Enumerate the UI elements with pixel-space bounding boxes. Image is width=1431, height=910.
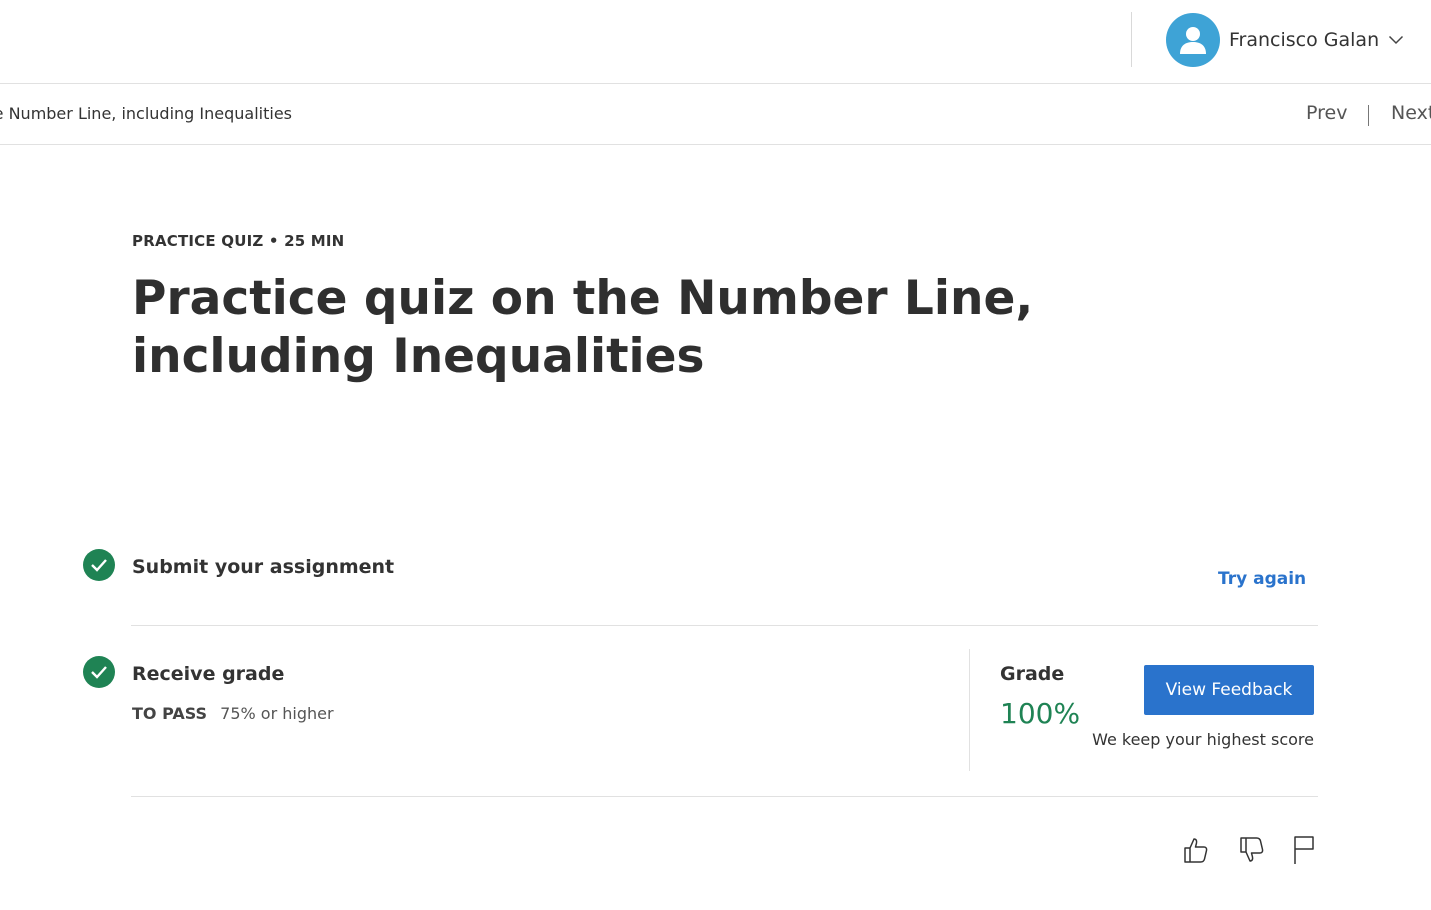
grade-divider bbox=[969, 649, 970, 771]
page-title: Practice quiz on the Number Line, includ… bbox=[132, 271, 1034, 384]
check-icon bbox=[83, 656, 115, 688]
item-nav-bar: Practice quiz on the Number Line, includ… bbox=[0, 84, 1431, 145]
highest-score-note: We keep your highest score bbox=[1092, 730, 1314, 749]
breadcrumb-item-title[interactable]: Practice quiz on the Number Line, includ… bbox=[0, 104, 292, 123]
view-feedback-button[interactable]: View Feedback bbox=[1144, 665, 1314, 715]
pass-requirement: TO PASS 75% or higher bbox=[132, 704, 334, 723]
section-divider bbox=[131, 796, 1318, 797]
quiz-meta: PRACTICE QUIZ • 25 MIN bbox=[132, 232, 345, 250]
flag-icon[interactable] bbox=[1286, 833, 1320, 867]
prev-button[interactable]: Prev bbox=[1306, 102, 1347, 124]
chevron-down-icon bbox=[1388, 35, 1404, 45]
grade-step-title: Receive grade bbox=[132, 663, 285, 685]
check-icon bbox=[83, 549, 115, 581]
top-header: Francisco Galan bbox=[0, 0, 1431, 84]
try-again-link[interactable]: Try again bbox=[1218, 569, 1306, 589]
header-divider bbox=[1131, 12, 1132, 67]
grade-value: 100% bbox=[1000, 697, 1081, 730]
submit-step-title: Submit your assignment bbox=[132, 556, 395, 578]
user-menu[interactable]: Francisco Galan bbox=[1166, 12, 1404, 67]
nav-divider bbox=[1368, 105, 1369, 126]
grade-label: Grade bbox=[1000, 663, 1065, 685]
user-avatar-icon bbox=[1166, 12, 1220, 67]
user-name: Francisco Galan bbox=[1229, 28, 1380, 51]
to-pass-label: TO PASS bbox=[132, 704, 208, 723]
section-divider bbox=[131, 625, 1318, 626]
thumbs-down-icon[interactable] bbox=[1235, 833, 1269, 867]
thumbs-up-icon[interactable] bbox=[1179, 833, 1213, 867]
breadcrumb-item-text: Practice quiz on the Number Line, includ… bbox=[0, 104, 292, 123]
next-button[interactable]: Next bbox=[1391, 102, 1431, 124]
to-pass-value: 75% or higher bbox=[220, 704, 334, 723]
